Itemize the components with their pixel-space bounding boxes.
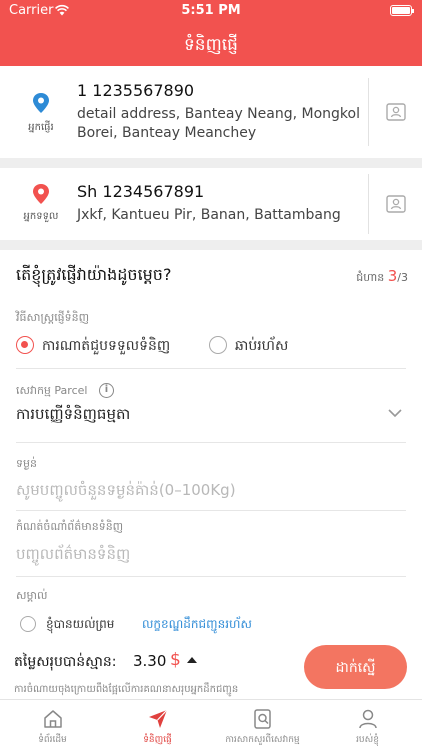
tab-label: ទំព័រដើម bbox=[38, 735, 67, 745]
search-doc-icon bbox=[254, 709, 271, 729]
contact-book-icon[interactable] bbox=[386, 103, 406, 121]
parcel-label: សេវាកម្ម Parcel bbox=[16, 384, 88, 397]
sender-badge: អ្នកផ្ញើរ bbox=[12, 66, 70, 158]
receiver-badge: អ្នកទទួល bbox=[12, 168, 70, 240]
receiver-name-phone: Sh 1234567891 bbox=[77, 182, 205, 201]
weight-input[interactable]: សូមបញ្ចូលចំនួនទម្ងន់គ៉ាន់(0–100Kg) bbox=[16, 481, 236, 503]
checkbox-circle-icon bbox=[20, 616, 36, 632]
sender-role-label: អ្នកផ្ញើរ bbox=[28, 122, 54, 133]
item-info-label: កំណត់ចំណាំព័ត៌មានទំនិញ bbox=[16, 520, 124, 533]
location-pin-icon bbox=[33, 184, 49, 204]
receiver-role-label: អ្នកទទួល bbox=[23, 211, 59, 222]
tab-label: របស់ខ្ញុំ bbox=[356, 735, 379, 745]
divider bbox=[16, 368, 406, 369]
total-currency: $ bbox=[170, 650, 181, 670]
tab-bar: ទំព័រដើម ទំនិញផ្ញើ ការសាកសួរពីសេវាកម្ម រ… bbox=[0, 699, 422, 750]
chevron-down-icon[interactable] bbox=[388, 408, 402, 418]
total-note: ការចំណាយចុងក្រោយពឹងផ្អែលើការគណនាសរុបអ្នក… bbox=[14, 684, 239, 695]
step-current: 3 bbox=[387, 267, 398, 285]
question-text: តើខ្ញុំត្រូវផ្ញើវាយ៉ាងដូចម្តេច? bbox=[16, 265, 172, 284]
divider bbox=[368, 78, 369, 146]
method-option-label: ឆាប់រហ័ស bbox=[235, 338, 289, 354]
tab-label: ទំនិញផ្ញើ bbox=[143, 735, 172, 745]
step-indicator: ជំហាន 3/3 bbox=[356, 267, 408, 287]
sender-name-phone: 1 1235567890 bbox=[77, 81, 195, 100]
tab-label: ការសាកសួរពីសេវាកម្ម bbox=[225, 735, 300, 745]
divider bbox=[368, 174, 369, 234]
caret-up-icon[interactable] bbox=[187, 657, 197, 663]
user-icon bbox=[359, 709, 377, 729]
receiver-address: Jxkf, Kantueu Pir, Banan, Battambang bbox=[77, 207, 341, 223]
submit-button[interactable]: ដាក់ស្នើ bbox=[304, 645, 407, 689]
send-icon bbox=[149, 709, 168, 728]
home-icon bbox=[44, 710, 62, 728]
parcel-select[interactable]: ការបញ្ញើទំនិញធម្មតា bbox=[16, 405, 130, 427]
location-pin-icon bbox=[33, 93, 49, 113]
tab-inquiry[interactable]: ការសាកសួរពីសេវាកម្ម bbox=[210, 700, 315, 750]
section-divider bbox=[0, 240, 422, 250]
info-icon[interactable]: i bbox=[99, 383, 114, 398]
clock: 5:51 PM bbox=[181, 3, 241, 18]
receiver-card[interactable]: អ្នកទទួល Sh 1234567891 Jxkf, Kantueu Pir… bbox=[0, 168, 422, 240]
radio-unselected-icon bbox=[209, 336, 227, 354]
weight-label: ទម្ងន់ bbox=[16, 457, 37, 470]
divider bbox=[16, 576, 406, 577]
step-total: /3 bbox=[397, 271, 408, 284]
step-label: ជំហាន bbox=[356, 271, 385, 284]
agreement-text: ខ្ញុំបានយល់ព្រម bbox=[46, 617, 115, 631]
terms-link[interactable]: លក្ខខណ្ឌដឹកជញ្ជូនរហ័ស bbox=[142, 616, 252, 634]
divider bbox=[16, 442, 406, 443]
remark-label: សម្គាល់ bbox=[16, 589, 48, 602]
sender-address-line2: Borei, Banteay Meanchey bbox=[77, 125, 257, 141]
tab-profile[interactable]: របស់ខ្ញុំ bbox=[315, 700, 420, 750]
status-bar: Carrier 5:51 PM bbox=[0, 0, 422, 22]
total-value: 3.30 bbox=[133, 652, 167, 670]
tab-home[interactable]: ទំព័រដើម bbox=[0, 700, 105, 750]
page-title: ទំនិញផ្ញើ bbox=[184, 35, 238, 55]
tab-send[interactable]: ទំនិញផ្ញើ bbox=[105, 700, 210, 750]
radio-selected-icon bbox=[16, 336, 34, 354]
app-header: Carrier 5:51 PM ទំនិញផ្ញើ bbox=[0, 0, 422, 66]
sender-card[interactable]: អ្នកផ្ញើរ 1 1235567890 detail address, B… bbox=[0, 66, 422, 158]
battery-icon bbox=[390, 5, 414, 16]
item-info-input[interactable]: បញ្ចូលព័ត៌មានទំនិញ bbox=[16, 545, 130, 567]
contact-book-icon[interactable] bbox=[386, 195, 406, 213]
method-label: វិធីសាស្ត្រផ្ញើទំនិញ bbox=[16, 311, 90, 324]
question-row: តើខ្ញុំត្រូវផ្ញើវាយ៉ាងដូចម្តេច? ជំហាន 3/… bbox=[0, 250, 422, 300]
divider bbox=[16, 510, 406, 511]
method-option-label: ការណាត់ជួបទទួលទំនិញ bbox=[42, 338, 171, 354]
section-divider bbox=[0, 158, 422, 168]
total-label: តម្លៃសរុបបាន់ស្មាន: bbox=[14, 654, 117, 670]
sender-address-line1: detail address, Banteay Neang, Mongkol bbox=[77, 106, 360, 122]
